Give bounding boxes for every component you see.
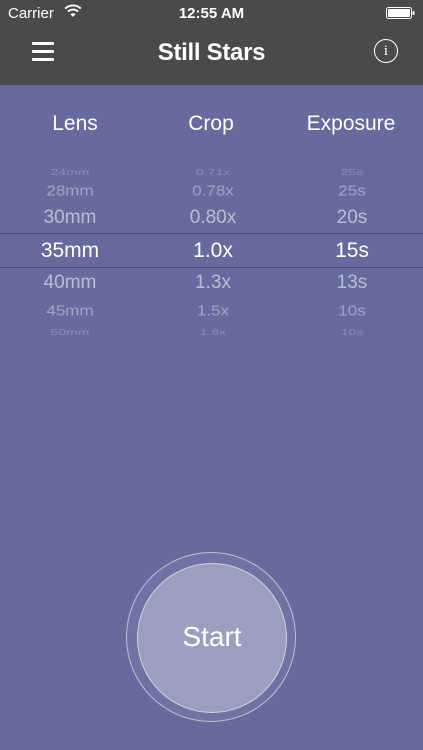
picker-row-selected[interactable]: 1.0x xyxy=(143,239,283,263)
crop-column-header: Crop xyxy=(188,112,234,135)
picker-row[interactable]: 50mm xyxy=(0,327,140,337)
picker-row[interactable]: 25s xyxy=(282,167,422,177)
picker-row[interactable]: 24mm xyxy=(0,167,140,177)
lens-column-header: Lens xyxy=(52,112,98,135)
top-bar: Carrier 12:55 AM Still Stars i xyxy=(0,0,423,85)
info-icon[interactable]: i xyxy=(374,39,398,63)
picker-row[interactable]: 45mm xyxy=(0,303,140,320)
picker-row[interactable]: 1.6x xyxy=(143,327,283,337)
lens-picker[interactable]: 24mm 28mm 30mm 35mm 40mm 45mm 50mm xyxy=(0,160,140,340)
picker-row[interactable]: 30mm xyxy=(0,207,140,229)
picker-row-selected[interactable]: 35mm xyxy=(0,239,140,263)
picker-row[interactable]: 28mm xyxy=(0,183,140,200)
navigation-bar: Still Stars i xyxy=(0,28,423,85)
picker-row[interactable]: 40mm xyxy=(0,272,140,294)
picker-row[interactable]: 1.5x xyxy=(143,303,283,320)
status-bar: Carrier 12:55 AM xyxy=(0,0,423,28)
start-button[interactable]: Start xyxy=(137,563,287,713)
app-screen: Carrier 12:55 AM Still Stars i Lens Crop… xyxy=(0,0,423,750)
crop-picker[interactable]: 0.71x 0.78x 0.80x 1.0x 1.3x 1.5x 1.6x xyxy=(143,160,283,340)
exposure-picker[interactable]: 25s 25s 20s 15s 13s 10s 10s xyxy=(282,160,422,340)
app-title: Still Stars xyxy=(157,39,266,66)
picker-row[interactable]: 0.71x xyxy=(143,167,283,177)
picker-row[interactable]: 0.78x xyxy=(143,183,283,200)
battery-icon xyxy=(386,7,415,19)
status-time: 12:55 AM xyxy=(178,5,245,22)
picker-row[interactable]: 10s xyxy=(282,303,422,320)
picker-row[interactable]: 25s xyxy=(282,183,422,200)
picker-row[interactable]: 10s xyxy=(282,327,422,337)
exposure-column-header: Exposure xyxy=(306,112,396,135)
picker-row[interactable]: 1.3x xyxy=(143,272,283,294)
picker-row[interactable]: 20s xyxy=(282,207,422,229)
picker-row[interactable]: 13s xyxy=(282,272,422,294)
picker-row[interactable]: 0.80x xyxy=(143,207,283,229)
picker-row-selected[interactable]: 15s xyxy=(282,239,422,263)
